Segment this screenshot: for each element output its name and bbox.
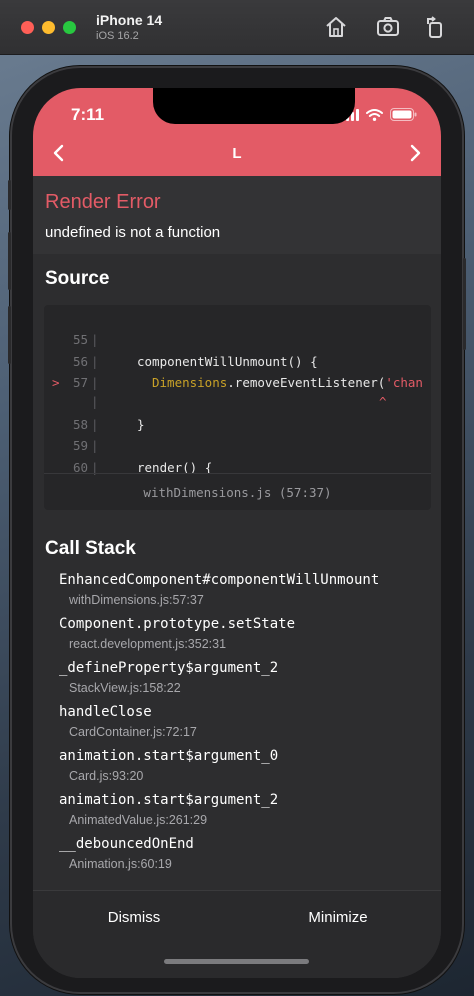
stack-file: CardContainer.js:72:17 bbox=[69, 725, 197, 739]
code-line: 58 |} bbox=[72, 417, 145, 432]
stack-method: __debouncedOnEnd bbox=[59, 836, 194, 852]
volume-down-button bbox=[8, 306, 11, 364]
code-line: 60 | render() { bbox=[72, 460, 213, 475]
stack-frame[interactable]: animation.start$argument_2 AnimatedValue… bbox=[59, 792, 434, 836]
zoom-window-button[interactable] bbox=[63, 21, 76, 34]
stack-file: Animation.js:60:19 bbox=[69, 857, 172, 871]
code-line: 56 | componentWillUnmount() { bbox=[72, 354, 318, 369]
error-title: Render Error bbox=[45, 191, 161, 213]
call-stack-title: Call Stack bbox=[45, 538, 136, 559]
stack-method: Component.prototype.setState bbox=[59, 616, 296, 632]
stack-frame[interactable]: handleClose CardContainer.js:72:17 bbox=[59, 704, 434, 748]
status-time: 7:11 bbox=[71, 105, 105, 124]
os-version: iOS 16.2 bbox=[96, 30, 139, 42]
stack-file: AnimatedValue.js:261:29 bbox=[69, 813, 208, 827]
source-code-frame[interactable]: 55 | 56 | componentWillUnmount() { >57 | Dime… bbox=[44, 305, 431, 510]
code-line-highlighted: >57 | Dimensions.removeEventListener('chan bbox=[52, 375, 423, 390]
notch bbox=[153, 88, 355, 124]
power-button bbox=[463, 258, 466, 350]
stack-file: react.development.js:352:31 bbox=[69, 637, 227, 651]
stack-frame[interactable]: animation.start$argument_0 Card.js:93:20 bbox=[59, 748, 434, 792]
simulator-title-bar: iPhone 14 iOS 16.2 bbox=[0, 0, 474, 55]
device-name: iPhone 14 bbox=[96, 12, 163, 28]
call-stack-list: EnhancedComponent#componentWillUnmount w… bbox=[59, 572, 434, 880]
mute-switch bbox=[8, 180, 11, 210]
stack-method: EnhancedComponent#componentWillUnmount bbox=[59, 572, 380, 588]
error-footer: Dismiss Minimize bbox=[33, 890, 441, 978]
stack-frame[interactable]: __debouncedOnEnd Animation.js:60:19 bbox=[59, 836, 434, 880]
minimize-button[interactable]: Minimize bbox=[263, 909, 413, 926]
dismiss-button[interactable]: Dismiss bbox=[59, 909, 209, 926]
stack-frame[interactable]: Component.prototype.setState react.devel… bbox=[59, 616, 434, 660]
code-line: 55 | bbox=[72, 332, 99, 347]
error-message: undefined is not a function bbox=[45, 224, 221, 241]
stack-frame[interactable]: EnhancedComponent#componentWillUnmount w… bbox=[59, 572, 434, 616]
stack-method: animation.start$argument_0 bbox=[59, 748, 279, 764]
stack-method: handleClose bbox=[59, 704, 152, 720]
stack-file: Card.js:93:20 bbox=[69, 769, 144, 783]
rotate-icon[interactable] bbox=[422, 14, 448, 40]
stack-file: withDimensions.js:57:37 bbox=[69, 593, 204, 607]
source-title: Source bbox=[45, 268, 110, 289]
wifi-icon bbox=[366, 108, 383, 126]
stack-method: _defineProperty$argument_2 bbox=[59, 660, 279, 676]
code-line: | ^ bbox=[91, 394, 387, 409]
minimize-window-button[interactable] bbox=[42, 21, 55, 34]
chevron-right-icon[interactable] bbox=[405, 142, 425, 164]
stack-file: StackView.js:158:22 bbox=[69, 681, 181, 695]
stack-frame[interactable]: _defineProperty$argument_2 StackView.js:… bbox=[59, 660, 434, 704]
error-header bbox=[33, 176, 441, 254]
battery-icon bbox=[390, 108, 417, 126]
code-line: 59 | bbox=[72, 438, 99, 453]
home-indicator[interactable] bbox=[164, 959, 309, 964]
screenshot-icon[interactable] bbox=[375, 14, 401, 40]
home-icon[interactable] bbox=[323, 14, 349, 40]
device-screen: 7:11 L Render Error undefined is not a f… bbox=[33, 88, 441, 978]
nav-title: L bbox=[232, 145, 242, 162]
source-location[interactable]: withDimensions.js (57:37) bbox=[44, 473, 431, 510]
close-window-button[interactable] bbox=[21, 21, 34, 34]
volume-up-button bbox=[8, 232, 11, 290]
stack-method: animation.start$argument_2 bbox=[59, 792, 279, 808]
